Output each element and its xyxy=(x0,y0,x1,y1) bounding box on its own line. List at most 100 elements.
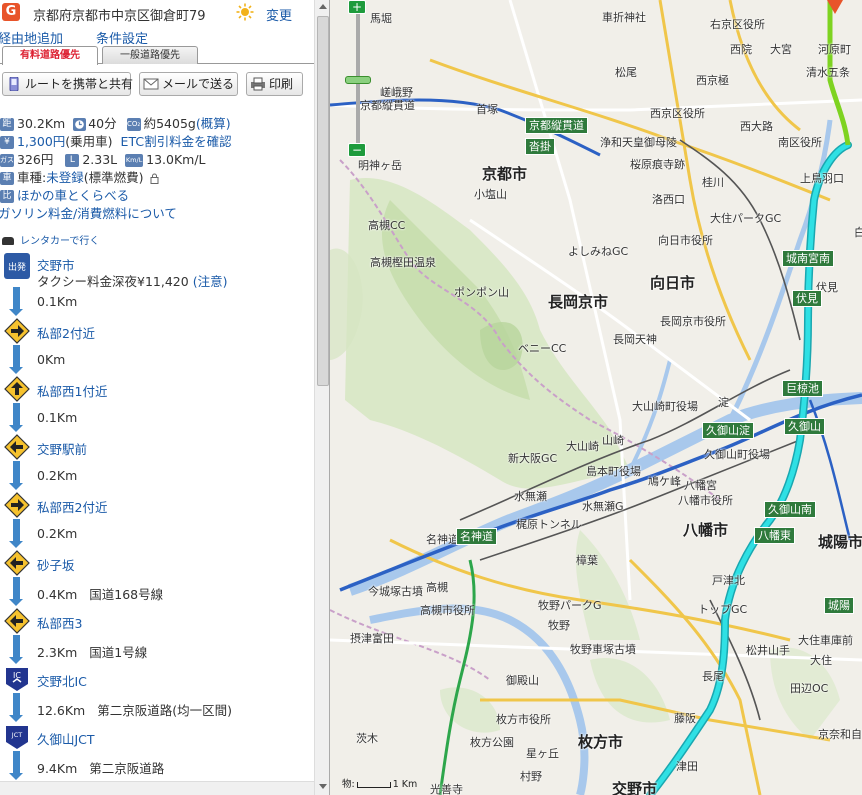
etc-discount-link[interactable]: ETC割引料金を確認 xyxy=(121,134,232,149)
map-place-label: 枚方市役所 xyxy=(496,713,551,726)
rental-car-link[interactable]: レンタカーで行く xyxy=(2,232,99,247)
map-place-label: 八幡市役所 xyxy=(678,494,733,507)
add-waypoint-link[interactable]: 経由地追加 xyxy=(0,28,63,47)
map-place-label: 牧野車塚古墳 xyxy=(570,643,636,656)
tab-toll-road-priority[interactable]: 有料道路優先 xyxy=(2,46,98,65)
map-place-label: 上鳥羽口 xyxy=(800,172,844,185)
step-name-link[interactable]: 私部西1付近 xyxy=(37,381,107,400)
scroll-up-arrow-icon[interactable] xyxy=(319,4,327,9)
map-city-label: 向日市 xyxy=(650,274,696,292)
taxi-note-link[interactable]: (注意) xyxy=(193,274,228,289)
change-destination-link[interactable]: 変更 xyxy=(266,5,292,24)
map-place-label: 松尾 xyxy=(615,66,637,79)
map-city-label: 交野市 xyxy=(612,780,658,795)
map-place-label: 首塚 xyxy=(476,103,498,116)
zoom-slider-handle[interactable] xyxy=(345,76,371,84)
step-name-link[interactable]: 交野駅前 xyxy=(37,439,87,458)
road-sign-label: 八幡東 xyxy=(754,527,795,544)
compare-cars-link[interactable]: ほかの車とくらべる xyxy=(17,188,129,203)
map-place-label: 浄和天皇御母陵 xyxy=(600,136,677,149)
map-city-label: 京都市 xyxy=(482,165,528,183)
zoom-out-button[interactable]: − xyxy=(348,143,366,157)
route-connector xyxy=(13,635,20,657)
scale-bar xyxy=(356,781,391,788)
route-toolbar: ルートを携帯と共有 メールで送る 印刷 xyxy=(0,72,314,98)
co2-badge: CO₂ xyxy=(126,118,141,131)
step-name-link[interactable]: 砂子坂 xyxy=(37,555,75,574)
map-place-label: 南区役所 xyxy=(778,136,822,149)
route-connector-arrow-icon xyxy=(9,309,23,316)
step-name-link[interactable]: 私部2付近 xyxy=(37,323,95,342)
destination-header: G 京都府京都市中京区御倉町79 変更 xyxy=(0,0,314,28)
road-sign-label: 伏見 xyxy=(792,290,822,307)
start-flag-icon: 出発 xyxy=(4,253,30,279)
map-place-label: 西大路 xyxy=(740,120,773,133)
step-name-link[interactable]: 私部西2付近 xyxy=(37,497,107,516)
map-city-label: 枚方市 xyxy=(578,733,624,751)
map-place-label: 新大阪GC xyxy=(508,452,558,465)
svg-text:JCT: JCT xyxy=(11,731,22,739)
map-place-label: 大住車庫前 xyxy=(798,634,853,647)
map-place-label: ベニーCC xyxy=(518,342,567,355)
zoom-in-button[interactable]: + xyxy=(348,0,366,14)
map-place-label: 高槻CC xyxy=(368,219,406,232)
horizontal-scrollbar[interactable] xyxy=(0,781,314,795)
fuel-cost: 326円 xyxy=(17,152,54,167)
scroll-thumb[interactable] xyxy=(317,16,329,386)
taxi-fare: タクシー料金深夜¥11,420 (注意) xyxy=(37,271,227,290)
route-connector-arrow-icon xyxy=(9,599,23,606)
print-button[interactable]: 印刷 xyxy=(246,72,303,96)
map-canvas xyxy=(330,0,862,795)
destination-address: 京都府京都市中京区御倉町79 xyxy=(33,9,206,24)
toll-vehicle-note: (乗用車) xyxy=(65,134,113,149)
phone-icon xyxy=(9,77,19,91)
map-place-label: 八幡宮 xyxy=(684,479,717,492)
step-distance: 0.2Km xyxy=(37,526,77,541)
map-place-label: 嵯峨野 xyxy=(380,86,413,99)
route-connector-arrow-icon xyxy=(9,715,23,722)
road-sign-label: 久御山淀 xyxy=(702,422,754,439)
step-distance-value: 0.1Km xyxy=(37,294,78,309)
step-distance: 0.4Km 国道168号線 xyxy=(37,584,163,603)
co2-estimate-link[interactable]: (概算) xyxy=(196,116,231,131)
map-place-label: 今城塚古墳 xyxy=(368,585,423,598)
map-place-label: 名神道 xyxy=(426,533,459,546)
distance-badge: 距 xyxy=(0,118,14,131)
map-city-label: 八幡市 xyxy=(683,521,729,539)
turn-right-icon xyxy=(4,318,30,344)
step-distance-value: 2.3Km xyxy=(37,645,78,660)
conditions-link[interactable]: 条件設定 xyxy=(96,28,148,47)
step-name-link[interactable]: 交野北IC xyxy=(37,671,87,690)
compare-badge: 比 xyxy=(0,190,14,203)
map-place-label: 梶原トンネル xyxy=(516,518,582,531)
share-to-mobile-button[interactable]: ルートを携帯と共有 xyxy=(2,72,133,96)
map-place-label: 星ヶ丘 xyxy=(526,747,559,760)
fuel-row: ガス 326円 L 2.33L Km/L 13.0Km/L xyxy=(0,149,206,167)
turn-ic-icon: IC xyxy=(4,666,30,692)
map-place-label: 車折神社 xyxy=(602,11,646,24)
fuel-efficiency: 13.0Km/L xyxy=(146,152,206,167)
sun-icon xyxy=(236,3,254,21)
vehicle-badge: 車 xyxy=(0,172,14,185)
map-place-label: 田辺OC xyxy=(790,682,829,695)
turn-left-icon xyxy=(4,550,30,576)
step-name-link[interactable]: 私部西3 xyxy=(37,613,82,632)
tab-general-road-priority[interactable]: 一般道路優先 xyxy=(102,46,198,64)
step-name-link[interactable]: 久御山JCT xyxy=(37,729,95,748)
route-map[interactable]: 京都市 長岡京市 向日市 八幡市 城陽市 枚方市 交野市 馬堀 右京区役所 西院 大宮 河原町 清水五条… xyxy=(330,0,862,795)
map-place-label: 京奈和自動車道 xyxy=(818,728,862,741)
panel-scrollbar[interactable] xyxy=(314,0,329,795)
route-connector xyxy=(13,577,20,599)
map-place-label: 水無瀬G xyxy=(582,500,624,513)
map-place-label: 大山崎町役場 xyxy=(632,400,698,413)
total-distance: 30.2Km xyxy=(17,116,66,131)
vehicle-register-link[interactable]: 未登録 xyxy=(46,170,84,185)
send-mail-button[interactable]: メールで送る xyxy=(139,72,238,96)
step-distance-value: 0.4Km xyxy=(37,587,78,602)
toll-badge: ¥ xyxy=(0,136,14,149)
map-place-label: ポンポン山 xyxy=(454,286,509,299)
gas-price-link[interactable]: ガソリン料金/消費燃料について xyxy=(0,206,177,221)
scroll-down-arrow-icon[interactable] xyxy=(319,784,327,789)
map-place-label: 松井山手 xyxy=(746,644,790,657)
route-connector-arrow-icon xyxy=(9,483,23,490)
